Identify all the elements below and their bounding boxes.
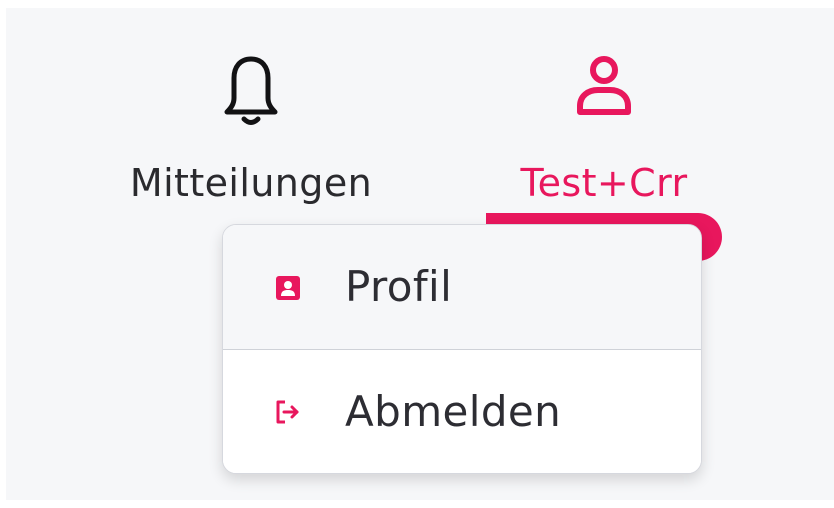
bell-icon [224,56,278,125]
user-dropdown-menu: Profil Abmelden [222,224,702,474]
menu-item-logout-label: Abmelden [345,387,562,436]
notifications-label: Mitteilungen [129,161,373,205]
user-label: Test+Crr [520,161,688,205]
profile-card-icon [276,276,300,300]
menu-item-logout[interactable]: Abmelden [223,350,701,473]
user-nav-item[interactable]: Test+Crr [468,8,740,206]
logout-icon [276,400,299,424]
notifications-nav-item[interactable]: Mitteilungen [86,8,416,206]
menu-item-profile[interactable]: Profil [223,225,701,349]
menu-item-profile-label: Profil [345,262,453,311]
user-icon [577,56,631,115]
